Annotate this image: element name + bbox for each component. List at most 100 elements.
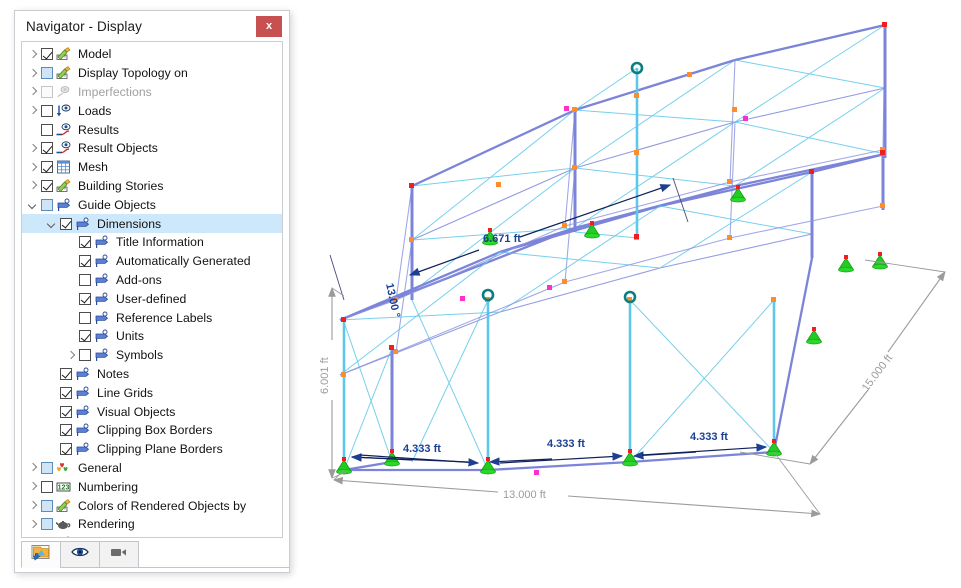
tree-scroll-container[interactable]: ModelDisplay Topology onImperfections Loa…: [21, 41, 283, 538]
tree-item-results[interactable]: Results: [22, 120, 282, 139]
tree-item-label: Clipping Plane Borders: [97, 442, 223, 456]
chevron-down-icon[interactable]: [46, 217, 59, 230]
tree-item-display-topology-on[interactable]: Display Topology on: [22, 64, 282, 83]
tree-item-loads[interactable]: Loads: [22, 101, 282, 120]
checkbox[interactable]: [60, 424, 72, 436]
tree-item-user-defined[interactable]: User-defined: [22, 289, 282, 308]
chevron-right-icon[interactable]: [27, 48, 40, 61]
checkbox[interactable]: [60, 406, 72, 418]
results-icon: [56, 123, 72, 137]
tree-item-symbols[interactable]: Symbols: [22, 346, 282, 365]
tree-item-label: User-defined: [116, 292, 186, 306]
tree-item-clipping-box-borders[interactable]: Clipping Box Borders: [22, 421, 282, 440]
checkbox[interactable]: [79, 236, 91, 248]
chevron-right-icon[interactable]: [27, 461, 40, 474]
checkbox[interactable]: [79, 349, 91, 361]
guide-tag-icon: [75, 217, 91, 231]
tree-item-imperfections[interactable]: Imperfections: [22, 83, 282, 102]
tree-item-label: Line Grids: [97, 386, 153, 400]
checkbox[interactable]: [41, 161, 53, 173]
tree-item-visual-objects[interactable]: Visual Objects: [22, 402, 282, 421]
chevron-right-icon[interactable]: [27, 518, 40, 531]
dim-label-bay3: 4.333 ft: [690, 431, 728, 443]
close-button[interactable]: x: [256, 16, 282, 37]
tree-item-units[interactable]: Units: [22, 327, 282, 346]
checkbox[interactable]: [79, 274, 91, 286]
tree-item-clipping-plane-borders[interactable]: Clipping Plane Borders: [22, 440, 282, 459]
checkbox[interactable]: [41, 518, 53, 530]
chevron-right-icon[interactable]: [27, 161, 40, 174]
numbering-icon: 123: [56, 480, 72, 494]
tree-item-result-objects[interactable]: Result Objects: [22, 139, 282, 158]
chevron-spacer: [65, 311, 78, 324]
checkbox[interactable]: [60, 443, 72, 455]
guide-tag-icon: [94, 348, 110, 362]
tree-item-colors-of-rendered-objects-by[interactable]: Colors of Rendered Objects by: [22, 496, 282, 515]
chevron-spacer: [65, 273, 78, 286]
tree-item-numbering[interactable]: 123Numbering: [22, 477, 282, 496]
chevron-right-icon[interactable]: [27, 179, 40, 192]
checkbox[interactable]: [41, 180, 53, 192]
checkbox[interactable]: [79, 293, 91, 305]
chevron-down-icon[interactable]: [27, 198, 40, 211]
ruler-pencil-icon: [56, 179, 72, 193]
chevron-right-icon[interactable]: [27, 142, 40, 155]
model-viewport[interactable]: 6.671 ft 13.00 ° 4.333 ft 4.333 ft 4.333…: [300, 0, 961, 588]
checkbox[interactable]: [41, 48, 53, 60]
tree-item-preselection[interactable]: Preselection: [22, 534, 282, 538]
display-tree: ModelDisplay Topology onImperfections Loa…: [22, 42, 282, 538]
chevron-right-icon[interactable]: [27, 480, 40, 493]
checkbox[interactable]: [41, 481, 53, 493]
checkbox[interactable]: [60, 218, 72, 230]
tree-item-dimensions[interactable]: Dimensions: [22, 214, 282, 233]
checkbox[interactable]: [41, 67, 53, 79]
tree-item-automatically-generated[interactable]: Automatically Generated: [22, 252, 282, 271]
camera-tab[interactable]: [99, 541, 139, 568]
dim-label-depth: 15.000 ft: [860, 352, 895, 393]
guide-tag-icon: [75, 442, 91, 456]
tree-item-label: Mesh: [78, 160, 108, 174]
checkbox[interactable]: [60, 387, 72, 399]
chevron-right-icon[interactable]: [27, 537, 40, 538]
tree-item-general[interactable]: General: [22, 459, 282, 478]
tree-item-label: Loads: [78, 104, 111, 118]
checkbox[interactable]: [41, 199, 53, 211]
tree-item-add-ons[interactable]: Add-ons: [22, 271, 282, 290]
ruler-pencil-icon: [56, 47, 72, 61]
checkbox[interactable]: [41, 537, 53, 538]
chevron-spacer: [27, 123, 40, 136]
checkbox[interactable]: [41, 500, 53, 512]
tree-item-notes[interactable]: Notes: [22, 365, 282, 384]
results-icon: [56, 141, 72, 155]
chevron-right-icon[interactable]: [27, 67, 40, 80]
chevron-right-icon[interactable]: [27, 104, 40, 117]
display-tab[interactable]: [21, 541, 61, 568]
checkbox[interactable]: [79, 312, 91, 324]
checkbox[interactable]: [79, 255, 91, 267]
tree-item-guide-objects[interactable]: Guide Objects: [22, 195, 282, 214]
checkbox[interactable]: [41, 462, 53, 474]
checkbox[interactable]: [60, 368, 72, 380]
chevron-right-icon[interactable]: [27, 499, 40, 512]
checkbox[interactable]: [41, 142, 53, 154]
tree-item-building-stories[interactable]: Building Stories: [22, 177, 282, 196]
tree-item-reference-labels[interactable]: Reference Labels: [22, 308, 282, 327]
tree-item-label: Preselection: [78, 536, 146, 538]
chevron-spacer: [46, 424, 59, 437]
view-tab[interactable]: [60, 541, 100, 568]
tree-item-label: Guide Objects: [78, 198, 156, 212]
dim-label-total-length: 13.000 ft: [503, 489, 546, 501]
checkbox[interactable]: [41, 105, 53, 117]
chevron-right-icon[interactable]: [27, 85, 40, 98]
tree-item-rendering[interactable]: Rendering: [22, 515, 282, 534]
chevron-spacer: [46, 367, 59, 380]
chevron-right-icon[interactable]: [65, 349, 78, 362]
tree-item-line-grids[interactable]: Line Grids: [22, 383, 282, 402]
tree-item-mesh[interactable]: Mesh: [22, 158, 282, 177]
tree-item-label: Rendering: [78, 517, 135, 531]
checkbox[interactable]: [41, 124, 53, 136]
guide-tag-icon: [75, 405, 91, 419]
tree-item-title-information[interactable]: Title Information: [22, 233, 282, 252]
checkbox[interactable]: [79, 330, 91, 342]
tree-item-model[interactable]: Model: [22, 45, 282, 64]
